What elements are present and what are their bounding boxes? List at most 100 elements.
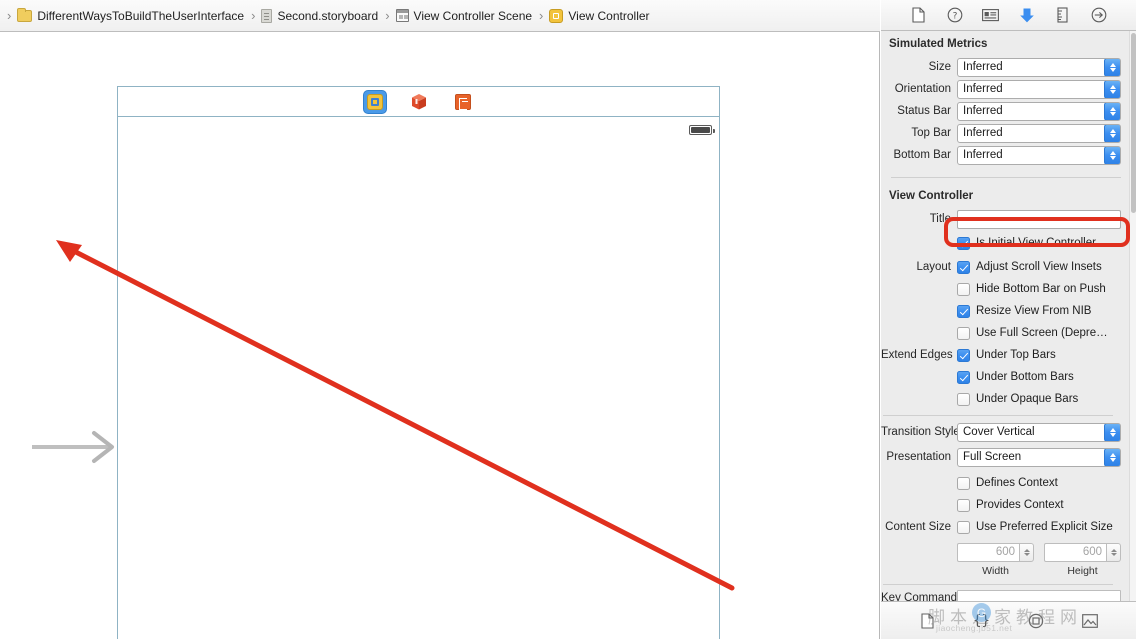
scene-view-body[interactable] bbox=[118, 117, 719, 639]
checkbox-provides-context[interactable] bbox=[957, 498, 970, 512]
select-simulated-top-bar[interactable]: Inferred bbox=[957, 123, 1121, 143]
stepper-simulated-size[interactable] bbox=[1104, 58, 1120, 76]
checkbox-use-preferred-explicit-size[interactable] bbox=[957, 520, 970, 534]
select-simulated-size[interactable]: Inferred bbox=[957, 57, 1121, 77]
label-presentation: Presentation bbox=[886, 451, 951, 463]
row-extend-edges-top: Extend Edges Under Top Bars bbox=[881, 344, 1121, 366]
stepper-presentation[interactable] bbox=[1104, 448, 1120, 466]
connections-inspector-tab[interactable] bbox=[1088, 4, 1110, 26]
breadcrumb-item-storyboard[interactable]: Second.storyboard bbox=[259, 0, 380, 31]
checkbox-under-bottom-bars[interactable] bbox=[957, 370, 970, 384]
arrow-circle-icon bbox=[1091, 7, 1106, 23]
content-height-stepper[interactable] bbox=[1107, 542, 1121, 562]
select-simulated-orientation[interactable]: Inferred bbox=[957, 79, 1121, 99]
checkbox-row-resize-view-from-nib[interactable]: Resize View From NIB bbox=[957, 302, 1091, 320]
value-simulated-size: Inferred bbox=[963, 61, 1003, 73]
stepper-simulated-top-bar[interactable] bbox=[1104, 124, 1120, 142]
breadcrumb-item-scene[interactable]: View Controller Scene bbox=[394, 0, 535, 31]
select-transition-style[interactable]: Cover Vertical bbox=[957, 422, 1121, 442]
exit-glyph-icon bbox=[454, 93, 471, 110]
checkbox-row-use-preferred-explicit-size[interactable]: Use Preferred Explicit Size bbox=[957, 518, 1113, 536]
checkbox-is-initial-view-controller[interactable] bbox=[957, 236, 970, 250]
stepper-simulated-status-bar[interactable] bbox=[1104, 102, 1120, 120]
checkbox-resize-view-from-nib[interactable] bbox=[957, 304, 970, 318]
key-commands-row bbox=[958, 591, 1120, 601]
row-simulated-bottom-bar: Bottom Bar Inferred bbox=[881, 144, 1121, 166]
label-resize-view-from-nib: Resize View From NIB bbox=[976, 305, 1092, 317]
select-simulated-status-bar[interactable]: Inferred bbox=[957, 101, 1121, 121]
content-width-input[interactable] bbox=[957, 542, 1020, 562]
label-adjust-scroll-view-insets: Adjust Scroll View Insets bbox=[976, 261, 1102, 273]
checkbox-row-hide-bottom-bar-on-push[interactable]: Hide Bottom Bar on Push bbox=[957, 280, 1106, 298]
stepper-transition-style[interactable] bbox=[1104, 423, 1120, 441]
attributes-arrow-icon bbox=[1019, 8, 1034, 22]
value-transition-style: Cover Vertical bbox=[963, 426, 1035, 438]
checkbox-under-opaque-bars[interactable] bbox=[957, 392, 970, 406]
size-inspector-tab[interactable] bbox=[1052, 4, 1074, 26]
photo-icon bbox=[1081, 613, 1098, 628]
checkbox-hide-bottom-bar-on-push[interactable] bbox=[957, 282, 970, 296]
file-template-library-icon[interactable] bbox=[918, 611, 938, 631]
checkbox-row-under-opaque-bars[interactable]: Under Opaque Bars bbox=[957, 390, 1078, 408]
checkbox-row-under-bottom-bars[interactable]: Under Bottom Bars bbox=[957, 368, 1074, 386]
storyboard-canvas[interactable] bbox=[0, 32, 880, 639]
label-content-size: Content Size bbox=[885, 521, 951, 533]
label-simulated-top-bar: Top Bar bbox=[911, 127, 951, 139]
label-key-commands: Key Commands bbox=[881, 592, 963, 601]
breadcrumb-label-project: DifferentWaysToBuildTheUserInterface bbox=[37, 8, 245, 23]
checkbox-defines-context[interactable] bbox=[957, 476, 970, 490]
checkbox-row-use-full-screen[interactable]: Use Full Screen (Depre… bbox=[957, 324, 1108, 342]
label-under-top-bars: Under Top Bars bbox=[976, 349, 1056, 361]
quick-help-inspector-tab[interactable]: ? bbox=[944, 4, 966, 26]
label-extend-edges: Extend Edges bbox=[881, 349, 953, 361]
view-controller-icon bbox=[549, 8, 564, 23]
first-responder-dock-icon[interactable] bbox=[408, 91, 430, 113]
label-hide-bottom-bar-on-push: Hide Bottom Bar on Push bbox=[976, 283, 1106, 295]
checkbox-row-adjust-scroll-view-insets[interactable]: Adjust Scroll View Insets bbox=[957, 258, 1102, 276]
width-stepper-group[interactable] bbox=[957, 542, 1034, 562]
view-controller-dock-icon[interactable] bbox=[363, 90, 386, 113]
checkbox-row-defines-context[interactable]: Defines Context bbox=[957, 474, 1058, 492]
inspector-scrollbar-thumb[interactable] bbox=[1131, 33, 1136, 213]
height-stepper-group[interactable] bbox=[1044, 542, 1121, 562]
file-inspector-tab[interactable] bbox=[908, 4, 930, 26]
stepper-simulated-orientation[interactable] bbox=[1104, 80, 1120, 98]
object-library-icon[interactable] bbox=[1026, 611, 1046, 631]
identity-inspector-tab[interactable] bbox=[980, 4, 1002, 26]
row-simulated-top-bar: Top Bar Inferred bbox=[881, 122, 1121, 144]
stepper-simulated-bottom-bar[interactable] bbox=[1104, 146, 1120, 164]
label-under-opaque-bars: Under Opaque Bars bbox=[976, 393, 1079, 405]
key-commands-table[interactable] bbox=[957, 590, 1121, 601]
checkbox-adjust-scroll-view-insets[interactable] bbox=[957, 260, 970, 274]
checkbox-row-is-initial-view-controller[interactable]: Is Initial View Controller bbox=[957, 234, 1096, 252]
select-presentation[interactable]: Full Screen bbox=[957, 447, 1121, 467]
select-simulated-bottom-bar[interactable]: Inferred bbox=[957, 145, 1121, 165]
inspector-scrollbar[interactable] bbox=[1129, 31, 1136, 601]
breadcrumb-item-view-controller[interactable]: View Controller bbox=[547, 0, 651, 31]
label-defines-context: Defines Context bbox=[976, 477, 1058, 489]
content-height-input[interactable] bbox=[1044, 542, 1107, 562]
content-width-stepper[interactable] bbox=[1020, 542, 1034, 562]
battery-icon bbox=[689, 125, 715, 135]
exit-dock-icon[interactable] bbox=[452, 91, 474, 113]
attributes-inspector-tab[interactable] bbox=[1016, 4, 1038, 26]
first-responder-cube-icon bbox=[411, 93, 426, 109]
code-snippet-library-icon[interactable]: {} bbox=[972, 611, 992, 631]
breadcrumb-label-scene: View Controller Scene bbox=[413, 8, 533, 23]
checkbox-row-provides-context[interactable]: Provides Context bbox=[957, 496, 1064, 514]
view-controller-scene[interactable] bbox=[117, 86, 720, 639]
scene-icon bbox=[395, 9, 409, 22]
checkbox-under-top-bars[interactable] bbox=[957, 348, 970, 362]
title-input[interactable] bbox=[957, 209, 1121, 229]
divider-metrics bbox=[891, 177, 1121, 178]
breadcrumb-separator-0: › bbox=[7, 8, 12, 23]
checkbox-use-full-screen[interactable] bbox=[957, 326, 970, 340]
checkbox-row-under-top-bars[interactable]: Under Top Bars bbox=[957, 346, 1056, 364]
svg-text:?: ? bbox=[952, 12, 957, 22]
media-library-icon[interactable] bbox=[1080, 611, 1100, 631]
row-defines-context: Defines Context bbox=[881, 472, 1121, 494]
row-key-commands: Key Commands bbox=[881, 590, 1121, 601]
breadcrumb-separator-1: › bbox=[251, 8, 256, 23]
value-simulated-top-bar: Inferred bbox=[963, 127, 1003, 139]
breadcrumb-item-project[interactable]: DifferentWaysToBuildTheUserInterface bbox=[15, 0, 246, 31]
